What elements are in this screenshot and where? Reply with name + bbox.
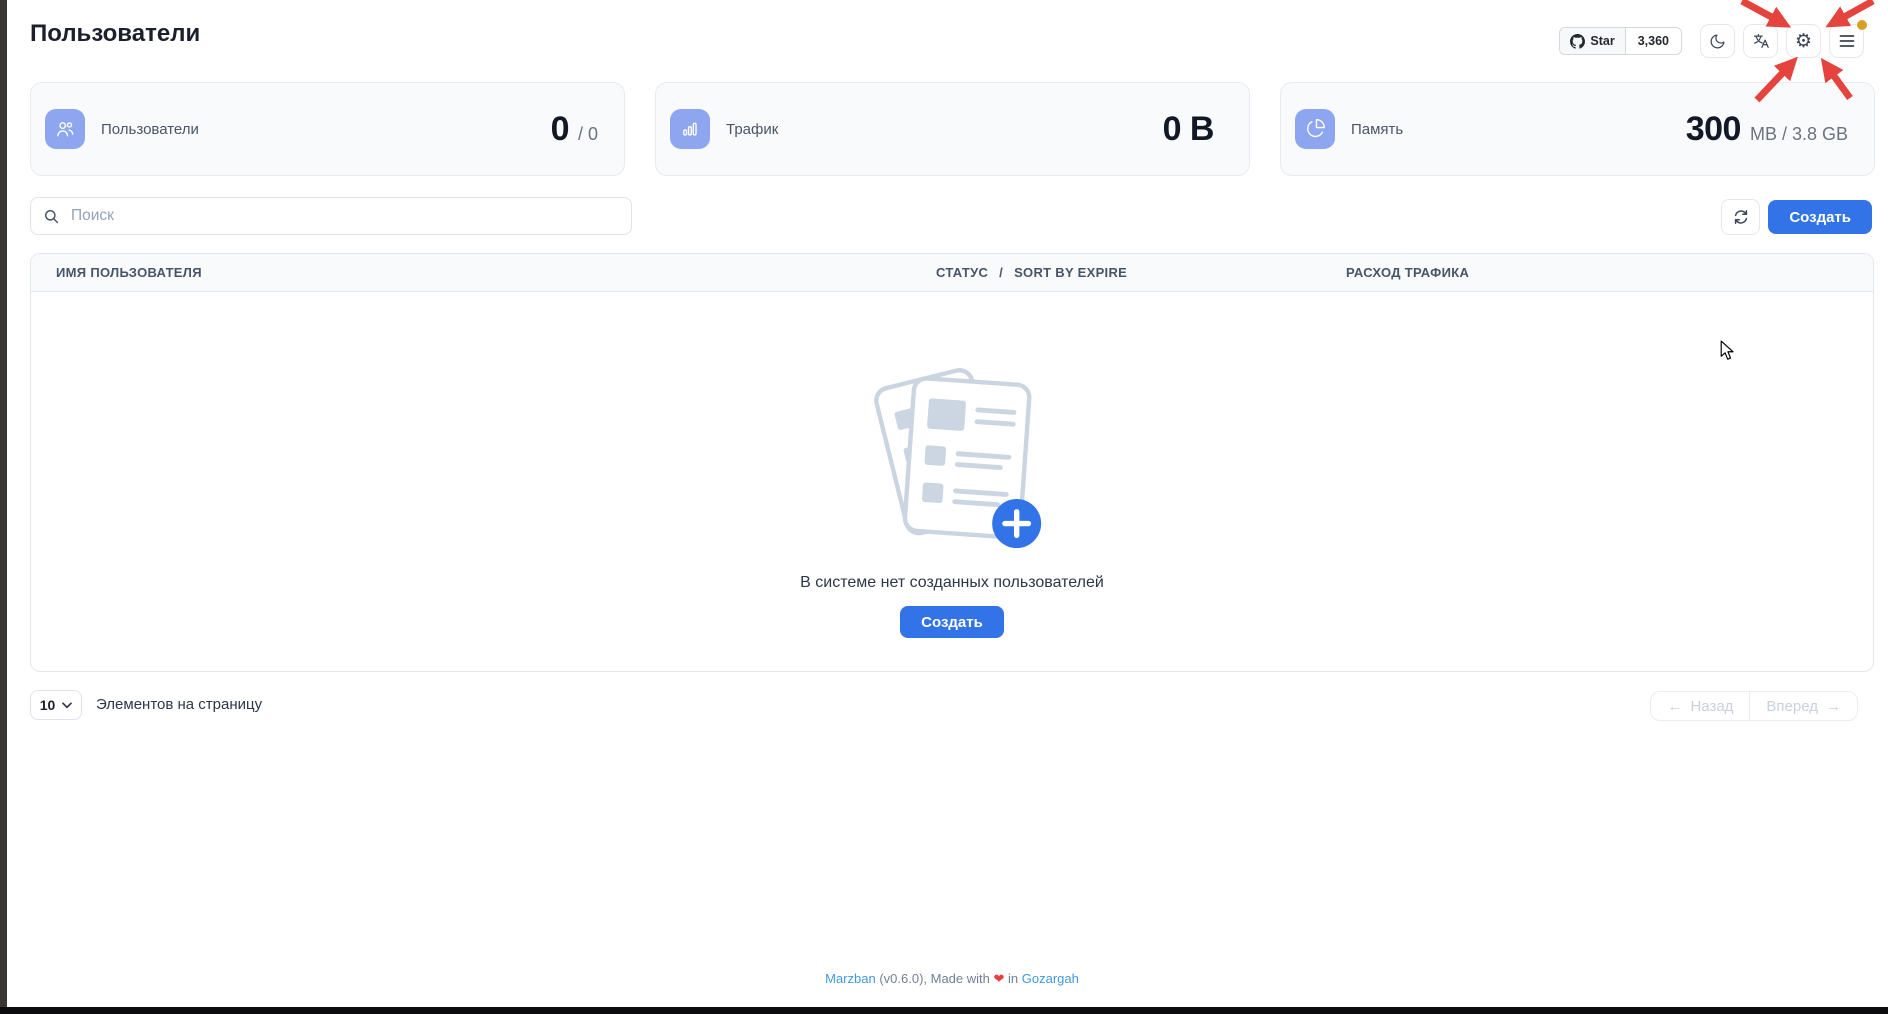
location-link[interactable]: Gozargah	[1022, 971, 1079, 986]
table-header-row: ИМЯ ПОЛЬЗОВАТЕЛЯ СТАТУС / SORT BY EXPIRE…	[31, 254, 1873, 292]
column-header-username[interactable]: ИМЯ ПОЛЬЗОВАТЕЛЯ	[56, 254, 202, 291]
pagination-nav: ← Назад Вперед →	[1650, 691, 1858, 721]
right-arrow-icon: →	[1826, 698, 1841, 715]
header-actions: Star 3,360 ⚙	[1559, 25, 1864, 57]
empty-message: В системе нет созданных пользователей	[800, 574, 1104, 592]
bar-chart-icon	[670, 109, 710, 149]
search-input[interactable]	[69, 197, 631, 235]
column-header-slash: /	[999, 254, 1003, 291]
stat-card-traffic: Трафик 0 B	[655, 82, 1250, 176]
heart-icon: ❤	[994, 972, 1005, 987]
stat-label: Память	[1351, 121, 1403, 138]
marzban-dashboard: Пользователи Star 3,360	[0, 0, 1888, 1014]
page-size-select[interactable]: 10	[30, 690, 82, 720]
github-star-label: Star	[1590, 34, 1614, 48]
github-star-widget: Star 3,360	[1559, 27, 1682, 55]
refresh-button[interactable]	[1721, 199, 1760, 235]
dark-mode-button[interactable]	[1700, 24, 1735, 58]
next-label: Вперед	[1766, 698, 1818, 715]
red-arrow-top-right	[1845, 1, 1873, 17]
users-table: ИМЯ ПОЛЬЗОВАТЕЛЯ СТАТУС / SORT BY EXPIRE…	[30, 253, 1874, 672]
footer-in-text: in	[1008, 971, 1018, 986]
stat-value: 0 B	[1163, 110, 1214, 149]
settings-button[interactable]: ⚙	[1786, 24, 1821, 58]
stat-suffix: MB / 3.8 GB	[1750, 124, 1848, 145]
table-empty-state: В системе нет созданных пользователей Со…	[31, 292, 1873, 638]
prev-label: Назад	[1690, 698, 1733, 715]
github-star-button[interactable]: Star	[1560, 28, 1625, 54]
search-icon	[43, 208, 60, 225]
stat-card-users: Пользователи 0 / 0	[30, 82, 625, 176]
footer-version-text: (v0.6.0), Made with	[879, 971, 990, 986]
notification-dot	[1857, 20, 1867, 30]
stat-label: Пользователи	[101, 121, 199, 138]
footer: Marzban (v0.6.0), Made with ❤ in Gozarga…	[30, 971, 1874, 987]
moon-icon	[1709, 33, 1726, 50]
next-page-button[interactable]: Вперед →	[1749, 692, 1857, 720]
github-icon	[1570, 34, 1585, 49]
empty-documents-illustration	[854, 350, 1050, 556]
page-title: Пользователи	[30, 20, 200, 48]
brand-link[interactable]: Marzban	[825, 971, 876, 986]
stat-label: Трафик	[726, 121, 778, 138]
sort-by-expire[interactable]: SORT BY EXPIRE	[1014, 254, 1127, 291]
gear-icon: ⚙	[1795, 32, 1812, 51]
sort-by-status[interactable]: СТАТУС	[936, 254, 988, 291]
window-edge-strip	[0, 0, 7, 1014]
page-size-value: 10	[40, 697, 56, 713]
stat-value: 300	[1686, 110, 1741, 149]
column-header-traffic[interactable]: РАСХОД ТРАФИКА	[1346, 254, 1469, 291]
taskbar-strip	[0, 1007, 1888, 1014]
menu-button[interactable]	[1829, 24, 1864, 58]
github-star-count[interactable]: 3,360	[1626, 28, 1681, 54]
create-user-button[interactable]: Создать	[1768, 200, 1872, 234]
column-header-status: СТАТУС / SORT BY EXPIRE	[936, 254, 1127, 291]
translate-icon	[1752, 32, 1770, 50]
stat-suffix: / 0	[578, 124, 598, 145]
per-page-label: Элементов на страницу	[96, 690, 262, 720]
stat-card-memory: Память 300 MB / 3.8 GB	[1280, 82, 1875, 176]
plus-icon	[992, 499, 1041, 548]
red-arrow-top-left	[1742, 1, 1772, 17]
stats-row: Пользователи 0 / 0 Трафик 0 B	[30, 82, 1875, 176]
stat-value: 0	[551, 110, 569, 149]
menu-icon	[1839, 34, 1855, 48]
toolbar-actions: Создать	[1721, 199, 1872, 235]
pie-chart-icon	[1295, 109, 1335, 149]
prev-page-button[interactable]: ← Назад	[1651, 692, 1749, 720]
empty-create-button[interactable]: Создать	[900, 606, 1004, 638]
users-icon	[45, 109, 85, 149]
refresh-icon	[1733, 209, 1749, 225]
language-button[interactable]	[1743, 24, 1778, 58]
left-arrow-icon: ←	[1667, 698, 1682, 715]
chevron-down-icon	[62, 702, 72, 709]
search-box	[30, 197, 632, 235]
